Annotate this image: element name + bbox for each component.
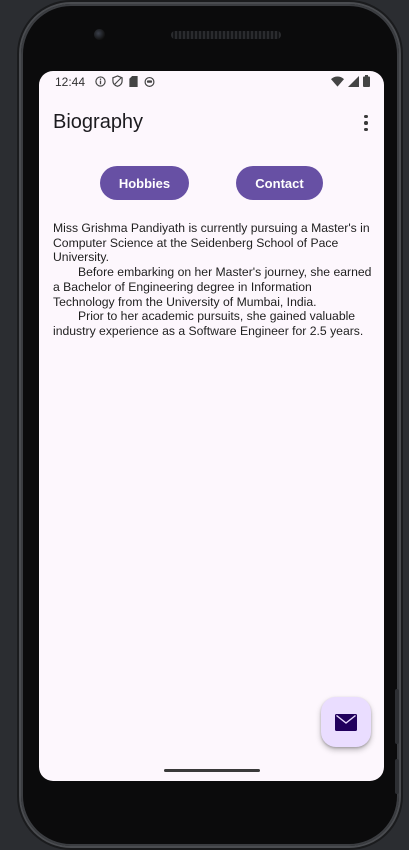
home-indicator[interactable] (164, 769, 260, 772)
android-face-icon (144, 76, 155, 87)
hobbies-button[interactable]: Hobbies (100, 166, 189, 200)
info-icon (95, 75, 106, 87)
page-title: Biography (53, 111, 144, 133)
app-screen: 12:44 Biography Hobbies Contact Miss Gri… (39, 71, 384, 781)
volume-button (395, 759, 399, 794)
device-frame: 12:44 Biography Hobbies Contact Miss Gri… (21, 4, 399, 846)
earpiece-speaker (171, 31, 281, 39)
cell-signal-icon (348, 75, 359, 87)
bio-paragraph: Miss Grishma Pandiyath is currently purs… (53, 221, 370, 265)
contact-button[interactable]: Contact (236, 166, 323, 200)
wifi-icon (331, 76, 344, 87)
overflow-menu-button[interactable] (360, 112, 372, 134)
sd-card-icon (129, 75, 138, 87)
email-fab[interactable] (321, 697, 371, 747)
bio-paragraph: Prior to her academic pursuits, she gain… (53, 309, 364, 338)
top-app-bar: Biography (39, 107, 384, 137)
bio-paragraph: Before embarking on her Master's journey… (53, 265, 372, 309)
more-vert-icon (364, 114, 368, 119)
system-icons (331, 75, 370, 87)
battery-icon (363, 75, 370, 87)
front-camera (94, 29, 105, 40)
status-time: 12:44 (55, 75, 86, 89)
power-button (395, 689, 399, 744)
shield-icon (112, 75, 123, 87)
status-bar: 12:44 (39, 71, 384, 93)
biography-text: Miss Grishma Pandiyath is currently purs… (53, 221, 375, 339)
mail-icon (335, 713, 357, 731)
notification-icons (95, 75, 155, 87)
